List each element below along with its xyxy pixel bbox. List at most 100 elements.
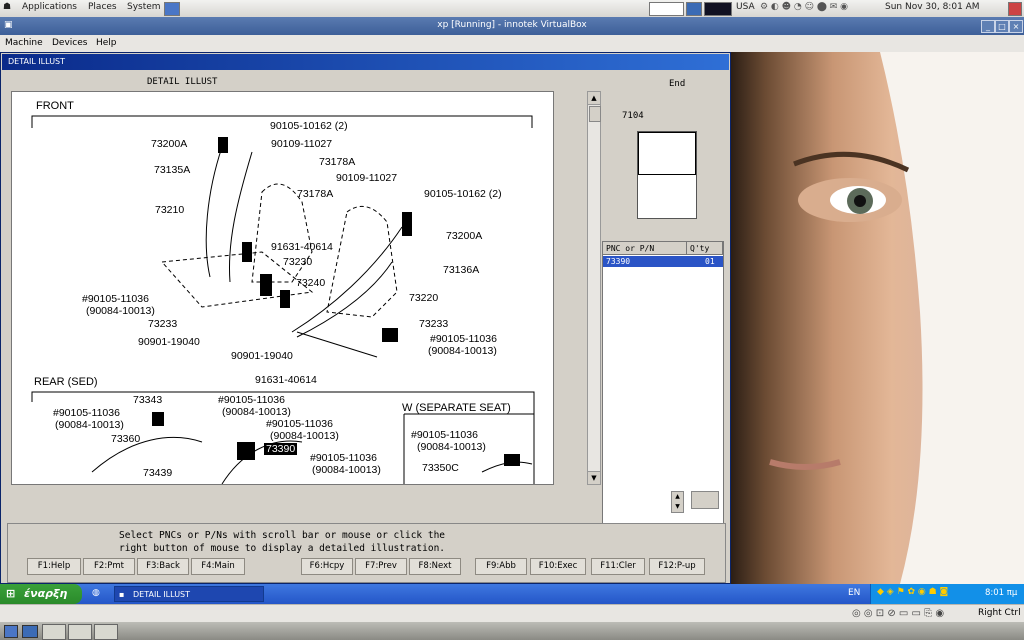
- callout[interactable]: 73233: [148, 318, 177, 330]
- menu-help[interactable]: Help: [96, 38, 117, 48]
- callout[interactable]: 73136A: [443, 264, 479, 276]
- callout[interactable]: 91631-40614: [255, 374, 317, 386]
- close-icon[interactable]: ×: [1009, 20, 1023, 33]
- f4-main-button[interactable]: F4:Main: [191, 558, 245, 575]
- page-thumbnail[interactable]: [637, 131, 697, 219]
- callout[interactable]: #90105-11036: [430, 333, 497, 345]
- vbox-window-title: xp [Running] - innotek VirtualBox: [437, 20, 587, 30]
- start-label: έναρξη: [24, 587, 68, 600]
- workspace-3[interactable]: [94, 624, 118, 640]
- callout[interactable]: 73135A: [154, 164, 190, 176]
- vbox-window-icon[interactable]: [22, 625, 38, 638]
- scroll-up-icon[interactable]: ▲: [588, 92, 600, 105]
- language-indicator[interactable]: EN: [848, 588, 860, 598]
- menu-machine[interactable]: Machine: [5, 38, 43, 48]
- callout[interactable]: 73220: [409, 292, 438, 304]
- callout[interactable]: 73230: [283, 256, 312, 268]
- windows-flag-icon: ⊞: [6, 587, 16, 600]
- gnome-foot-icon[interactable]: ☗: [3, 2, 11, 12]
- menu-applications[interactable]: Applications: [22, 2, 77, 12]
- minimize-icon[interactable]: _: [981, 20, 995, 33]
- f9-abb-button[interactable]: F9:Abb: [475, 558, 527, 575]
- menu-system[interactable]: System: [127, 2, 161, 12]
- gnome-bottom-panel: [0, 622, 1024, 640]
- wallpaper-photo: [730, 52, 1024, 584]
- callout[interactable]: 73240: [296, 277, 325, 289]
- vbox-device-icons[interactable]: ◎ ◎ ⊡ ⊘ ▭ ▭ ⎘ ◉: [852, 608, 944, 619]
- illus-header: DETAIL ILLUST: [147, 77, 218, 87]
- rear-label: REAR (SED): [34, 376, 98, 388]
- callout[interactable]: #90105-11036: [53, 407, 120, 419]
- callout[interactable]: #90105-11036: [82, 293, 149, 305]
- callout[interactable]: 90109-11027: [336, 172, 397, 184]
- front-label: FRONT: [36, 100, 74, 112]
- callout[interactable]: (90084-10013): [417, 441, 486, 453]
- callout[interactable]: #90105-11036: [266, 418, 333, 430]
- maximize-icon[interactable]: □: [995, 20, 1009, 33]
- f11-cler-button[interactable]: F11:Cler: [591, 558, 645, 575]
- f6-hcpy-button[interactable]: F6:Hcpy: [301, 558, 353, 575]
- callout[interactable]: 91631-40614: [271, 241, 333, 253]
- scroll-down-icon[interactable]: ▼: [588, 471, 600, 485]
- panel-clock[interactable]: Sun Nov 30, 8:01 AM: [885, 2, 980, 12]
- page-stepper[interactable]: ▲ ▼: [671, 491, 684, 513]
- callout[interactable]: 90901-19040: [138, 336, 200, 348]
- callout[interactable]: (90084-10013): [428, 345, 497, 357]
- detail-window-title: DETAIL ILLUST: [8, 57, 66, 66]
- workspace-1[interactable]: [42, 624, 66, 640]
- callout[interactable]: 90105-10162 (2): [270, 120, 348, 132]
- f8-next-button[interactable]: F8:Next: [409, 558, 461, 575]
- taskbar-button-detail-illust[interactable]: ▪ DETAIL ILLUST: [114, 586, 264, 602]
- col-header-pnc: PNC or P/N: [603, 242, 687, 255]
- callout[interactable]: (90084-10013): [86, 305, 155, 317]
- vbox-launcher-icon[interactable]: [164, 2, 180, 16]
- workspace-2[interactable]: [68, 624, 92, 640]
- page-number-field[interactable]: [691, 491, 719, 509]
- f7-prev-button[interactable]: F7:Prev: [355, 558, 407, 575]
- callout[interactable]: 73343: [133, 394, 162, 406]
- callout[interactable]: (90084-10013): [270, 430, 339, 442]
- callout[interactable]: #90105-11036: [411, 429, 478, 441]
- col-header-qty: Q'ty: [687, 242, 723, 255]
- callout[interactable]: 73350C: [422, 462, 459, 474]
- callout[interactable]: 73233: [419, 318, 448, 330]
- table-row[interactable]: 73390 01: [603, 256, 723, 267]
- menu-places[interactable]: Places: [88, 2, 117, 12]
- power-icon[interactable]: [1008, 2, 1022, 16]
- system-tray: ◆ ◈ ⚑ ✿ ◉ ☗ ◙ 8:01 πμ: [870, 584, 1024, 604]
- callout[interactable]: (90084-10013): [55, 419, 124, 431]
- callout[interactable]: 73178A: [319, 156, 355, 168]
- illustration-scrollbar[interactable]: ▲ ▼: [587, 91, 601, 485]
- keyboard-layout[interactable]: USA: [736, 2, 755, 12]
- f1-help-button[interactable]: F1:Help: [27, 558, 81, 575]
- callout[interactable]: 73210: [155, 204, 184, 216]
- f3-back-button[interactable]: F3:Back: [137, 558, 189, 575]
- callout[interactable]: 73200A: [151, 138, 187, 150]
- f2-pmt-button[interactable]: F2:Pmt: [83, 558, 135, 575]
- f12-pup-button[interactable]: F12:P-up: [649, 558, 705, 575]
- scroll-thumb[interactable]: [589, 106, 601, 122]
- highlighted-pnc[interactable]: 73390: [264, 443, 298, 455]
- show-desktop-icon[interactable]: [4, 625, 18, 638]
- callout[interactable]: 73439: [143, 467, 172, 479]
- panel-entry[interactable]: [649, 2, 684, 16]
- callout[interactable]: 73200A: [446, 230, 482, 242]
- tray-icons[interactable]: ◆ ◈ ⚑ ✿ ◉ ☗ ◙: [877, 587, 948, 597]
- start-button[interactable]: ⊞ έναρξη: [0, 584, 82, 604]
- f10-exec-button[interactable]: F10:Exec: [530, 558, 586, 575]
- quicklaunch-ie-icon[interactable]: ◍: [92, 588, 100, 598]
- callout[interactable]: 90901-19040: [231, 350, 293, 362]
- callout[interactable]: #90105-11036: [310, 452, 377, 464]
- parts-illustration[interactable]: FRONT 90105-10162 (2) 73200A 90109-11027…: [11, 91, 554, 485]
- callout[interactable]: (90084-10013): [312, 464, 381, 476]
- callout[interactable]: 73178A: [297, 188, 333, 200]
- end-label: End: [669, 79, 686, 89]
- callout[interactable]: 90109-11027: [271, 138, 332, 150]
- menu-devices[interactable]: Devices: [52, 38, 87, 48]
- callout[interactable]: #90105-11036: [218, 394, 285, 406]
- wallpaper-face-image: [769, 52, 1024, 584]
- pnc-table[interactable]: PNC or P/N Q'ty 73390 01: [602, 241, 724, 527]
- callout[interactable]: 90105-10162 (2): [424, 188, 502, 200]
- callout[interactable]: 73360: [111, 433, 140, 445]
- callout[interactable]: (90084-10013): [222, 406, 291, 418]
